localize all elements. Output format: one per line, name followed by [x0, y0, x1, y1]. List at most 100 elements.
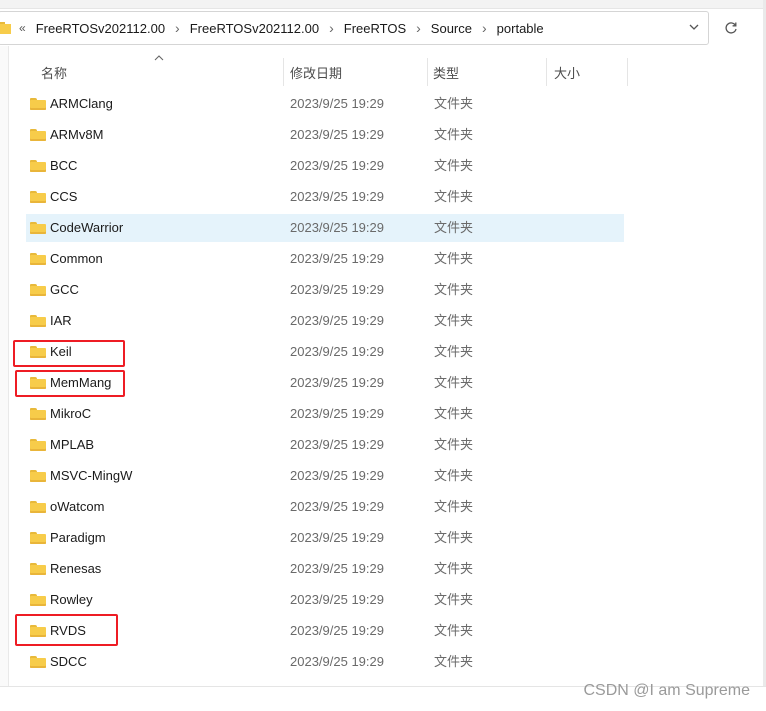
file-name: MikroC	[50, 406, 92, 421]
breadcrumb-item-current[interactable]: portable	[497, 21, 544, 36]
column-divider[interactable]	[283, 58, 284, 86]
file-type: 文件夹	[434, 468, 474, 483]
folder-icon	[30, 160, 46, 172]
column-header-size[interactable]: 大小	[554, 58, 624, 86]
folder-icon	[30, 191, 46, 203]
chevron-down-icon[interactable]	[686, 21, 702, 37]
breadcrumb-item[interactable]: Source	[431, 21, 472, 36]
file-row[interactable]: MSVC-MingW 2023/9/25 19:29 文件夹	[26, 462, 624, 490]
breadcrumb-separator[interactable]: ›	[175, 20, 180, 36]
folder-icon	[30, 470, 46, 482]
file-type: 文件夹	[434, 654, 474, 669]
file-date: 2023/9/25 19:29	[290, 592, 384, 607]
file-row[interactable]: BCC 2023/9/25 19:29 文件夹	[26, 152, 624, 180]
file-date: 2023/9/25 19:29	[290, 344, 384, 359]
breadcrumb-overflow-button[interactable]: «	[19, 21, 26, 35]
file-row[interactable]: SDCC 2023/9/25 19:29 文件夹	[26, 648, 624, 676]
folder-icon	[30, 656, 46, 668]
file-row[interactable]: ARMClang 2023/9/25 19:29 文件夹	[26, 90, 624, 118]
folder-icon	[30, 129, 46, 141]
file-row[interactable]: Renesas 2023/9/25 19:29 文件夹	[26, 555, 624, 583]
refresh-icon	[725, 22, 737, 34]
folder-icon	[30, 563, 46, 575]
file-row[interactable]: ARMv8M 2023/9/25 19:29 文件夹	[26, 121, 624, 149]
file-row[interactable]: MPLAB 2023/9/25 19:29 文件夹	[26, 431, 624, 459]
navigation-pane-edge[interactable]	[0, 46, 9, 686]
column-header-date[interactable]: 修改日期	[290, 58, 426, 86]
highlight-box-memmang	[15, 370, 125, 397]
window-top-strip	[0, 0, 766, 9]
breadcrumb-separator[interactable]: ›	[416, 20, 421, 36]
file-row[interactable]: Common 2023/9/25 19:29 文件夹	[26, 245, 624, 273]
file-name: ARMClang	[50, 96, 113, 111]
file-row[interactable]: CodeWarrior 2023/9/25 19:29 文件夹	[26, 214, 624, 242]
column-divider[interactable]	[627, 58, 628, 86]
address-bar[interactable]: « FreeRTOSv202112.00 › FreeRTOSv202112.0…	[0, 11, 709, 45]
file-type: 文件夹	[434, 499, 474, 514]
file-type: 文件夹	[434, 127, 474, 142]
refresh-button[interactable]	[714, 11, 748, 45]
file-row[interactable]: Rowley 2023/9/25 19:29 文件夹	[26, 586, 624, 614]
file-date: 2023/9/25 19:29	[290, 127, 384, 142]
file-name: IAR	[50, 313, 72, 328]
file-name: GCC	[50, 282, 79, 297]
file-name: BCC	[50, 158, 78, 173]
file-date: 2023/9/25 19:29	[290, 158, 384, 173]
file-name: MSVC-MingW	[50, 468, 133, 483]
file-type: 文件夹	[434, 344, 474, 359]
folder-icon	[30, 408, 46, 420]
file-name: SDCC	[50, 654, 87, 669]
column-divider[interactable]	[427, 58, 428, 86]
file-name: ARMv8M	[50, 127, 104, 142]
file-date: 2023/9/25 19:29	[290, 623, 384, 638]
breadcrumb-item[interactable]: FreeRTOSv202112.00	[190, 21, 319, 36]
breadcrumb-separator[interactable]: ›	[329, 20, 334, 36]
file-name: MPLAB	[50, 437, 95, 452]
file-date: 2023/9/25 19:29	[290, 406, 384, 421]
file-date: 2023/9/25 19:29	[290, 530, 384, 545]
folder-icon	[30, 532, 46, 544]
file-row[interactable]: oWatcom 2023/9/25 19:29 文件夹	[26, 493, 624, 521]
folder-icon	[30, 439, 46, 451]
folder-icon	[30, 501, 46, 513]
column-divider[interactable]	[546, 58, 547, 86]
file-type: 文件夹	[434, 375, 474, 390]
column-header-type[interactable]: 类型	[433, 58, 545, 86]
file-date: 2023/9/25 19:29	[290, 313, 384, 328]
column-header-type-label: 类型	[433, 65, 460, 81]
file-date: 2023/9/25 19:29	[290, 251, 384, 266]
folder-icon	[30, 222, 46, 234]
folder-icon	[30, 284, 46, 296]
highlight-box-rvds	[15, 614, 118, 646]
file-type: 文件夹	[434, 96, 474, 111]
file-name: Renesas	[50, 561, 102, 576]
file-date: 2023/9/25 19:29	[290, 220, 384, 235]
file-date: 2023/9/25 19:29	[290, 437, 384, 452]
file-type: 文件夹	[434, 561, 474, 576]
file-row[interactable]: MikroC 2023/9/25 19:29 文件夹	[26, 400, 624, 428]
file-type: 文件夹	[434, 623, 474, 638]
column-header-name[interactable]: 名称	[41, 58, 281, 86]
file-row[interactable]: GCC 2023/9/25 19:29 文件夹	[26, 276, 624, 304]
file-type: 文件夹	[434, 406, 474, 421]
file-date: 2023/9/25 19:29	[290, 282, 384, 297]
file-date: 2023/9/25 19:29	[290, 561, 384, 576]
file-row[interactable]: IAR 2023/9/25 19:29 文件夹	[26, 307, 624, 335]
file-name: oWatcom	[50, 499, 105, 514]
file-type: 文件夹	[434, 282, 474, 297]
file-type: 文件夹	[434, 437, 474, 452]
column-header-date-label: 修改日期	[290, 65, 343, 81]
breadcrumb-item[interactable]: FreeRTOS	[344, 21, 406, 36]
file-row[interactable]: CCS 2023/9/25 19:29 文件夹	[26, 183, 624, 211]
folder-icon	[30, 253, 46, 265]
file-date: 2023/9/25 19:29	[290, 96, 384, 111]
file-name: Paradigm	[50, 530, 106, 545]
breadcrumb-separator[interactable]: ›	[482, 20, 487, 36]
breadcrumb-item[interactable]: FreeRTOSv202112.00	[36, 21, 165, 36]
folder-icon	[30, 98, 46, 110]
file-date: 2023/9/25 19:29	[290, 499, 384, 514]
folder-icon	[30, 594, 46, 606]
file-row[interactable]: Paradigm 2023/9/25 19:29 文件夹	[26, 524, 624, 552]
file-name: CodeWarrior	[50, 220, 124, 235]
column-header-name-label: 名称	[41, 65, 68, 81]
